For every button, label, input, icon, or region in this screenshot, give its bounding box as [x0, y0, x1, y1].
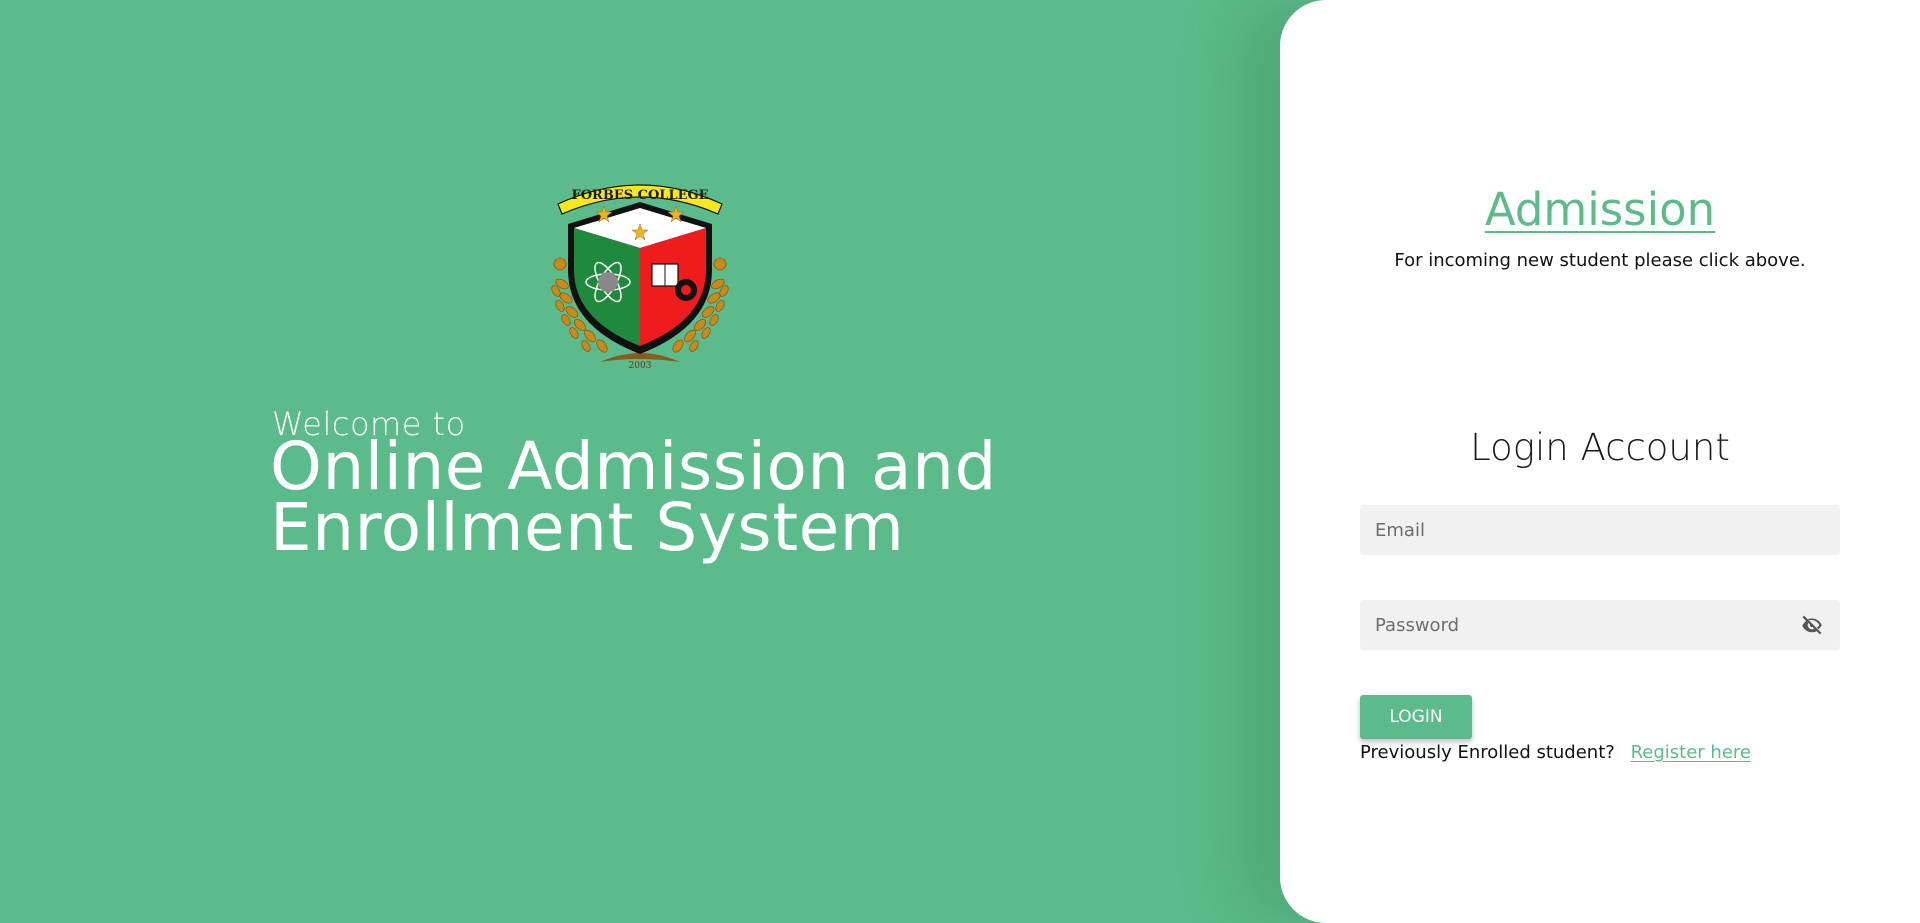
- login-card: Admission For incoming new student pleas…: [1280, 0, 1920, 923]
- login-title: Login Account: [1470, 426, 1730, 469]
- password-input[interactable]: [1360, 600, 1840, 650]
- admission-note: For incoming new student please click ab…: [1394, 250, 1806, 271]
- system-title-line2: Enrollment System: [270, 489, 905, 566]
- email-field-wrapper: [1360, 505, 1840, 555]
- register-prompt: Previously Enrolled student?: [1360, 742, 1615, 763]
- register-link[interactable]: Register here: [1631, 742, 1751, 763]
- password-field-wrapper: [1360, 600, 1840, 650]
- login-button[interactable]: LOGIN: [1360, 695, 1472, 739]
- svg-text:FORBES COLLEGE: FORBES COLLEGE: [571, 188, 708, 203]
- forbes-college-logo: 2003 FORBES COLLEGE: [551, 184, 729, 371]
- eye-off-icon[interactable]: [1798, 612, 1826, 638]
- hero-panel: 2003 FORBES COLLEGE Welcome to Online Ad…: [0, 0, 1300, 923]
- system-title-line1: Online Admission and: [270, 428, 997, 505]
- svg-text:2003: 2003: [629, 361, 652, 371]
- system-title: Online Admission and Enrollment System: [270, 428, 1090, 566]
- email-input[interactable]: [1360, 505, 1840, 555]
- admission-link[interactable]: Admission: [1280, 183, 1920, 236]
- register-row: Previously Enrolled student? Register he…: [1360, 742, 1751, 763]
